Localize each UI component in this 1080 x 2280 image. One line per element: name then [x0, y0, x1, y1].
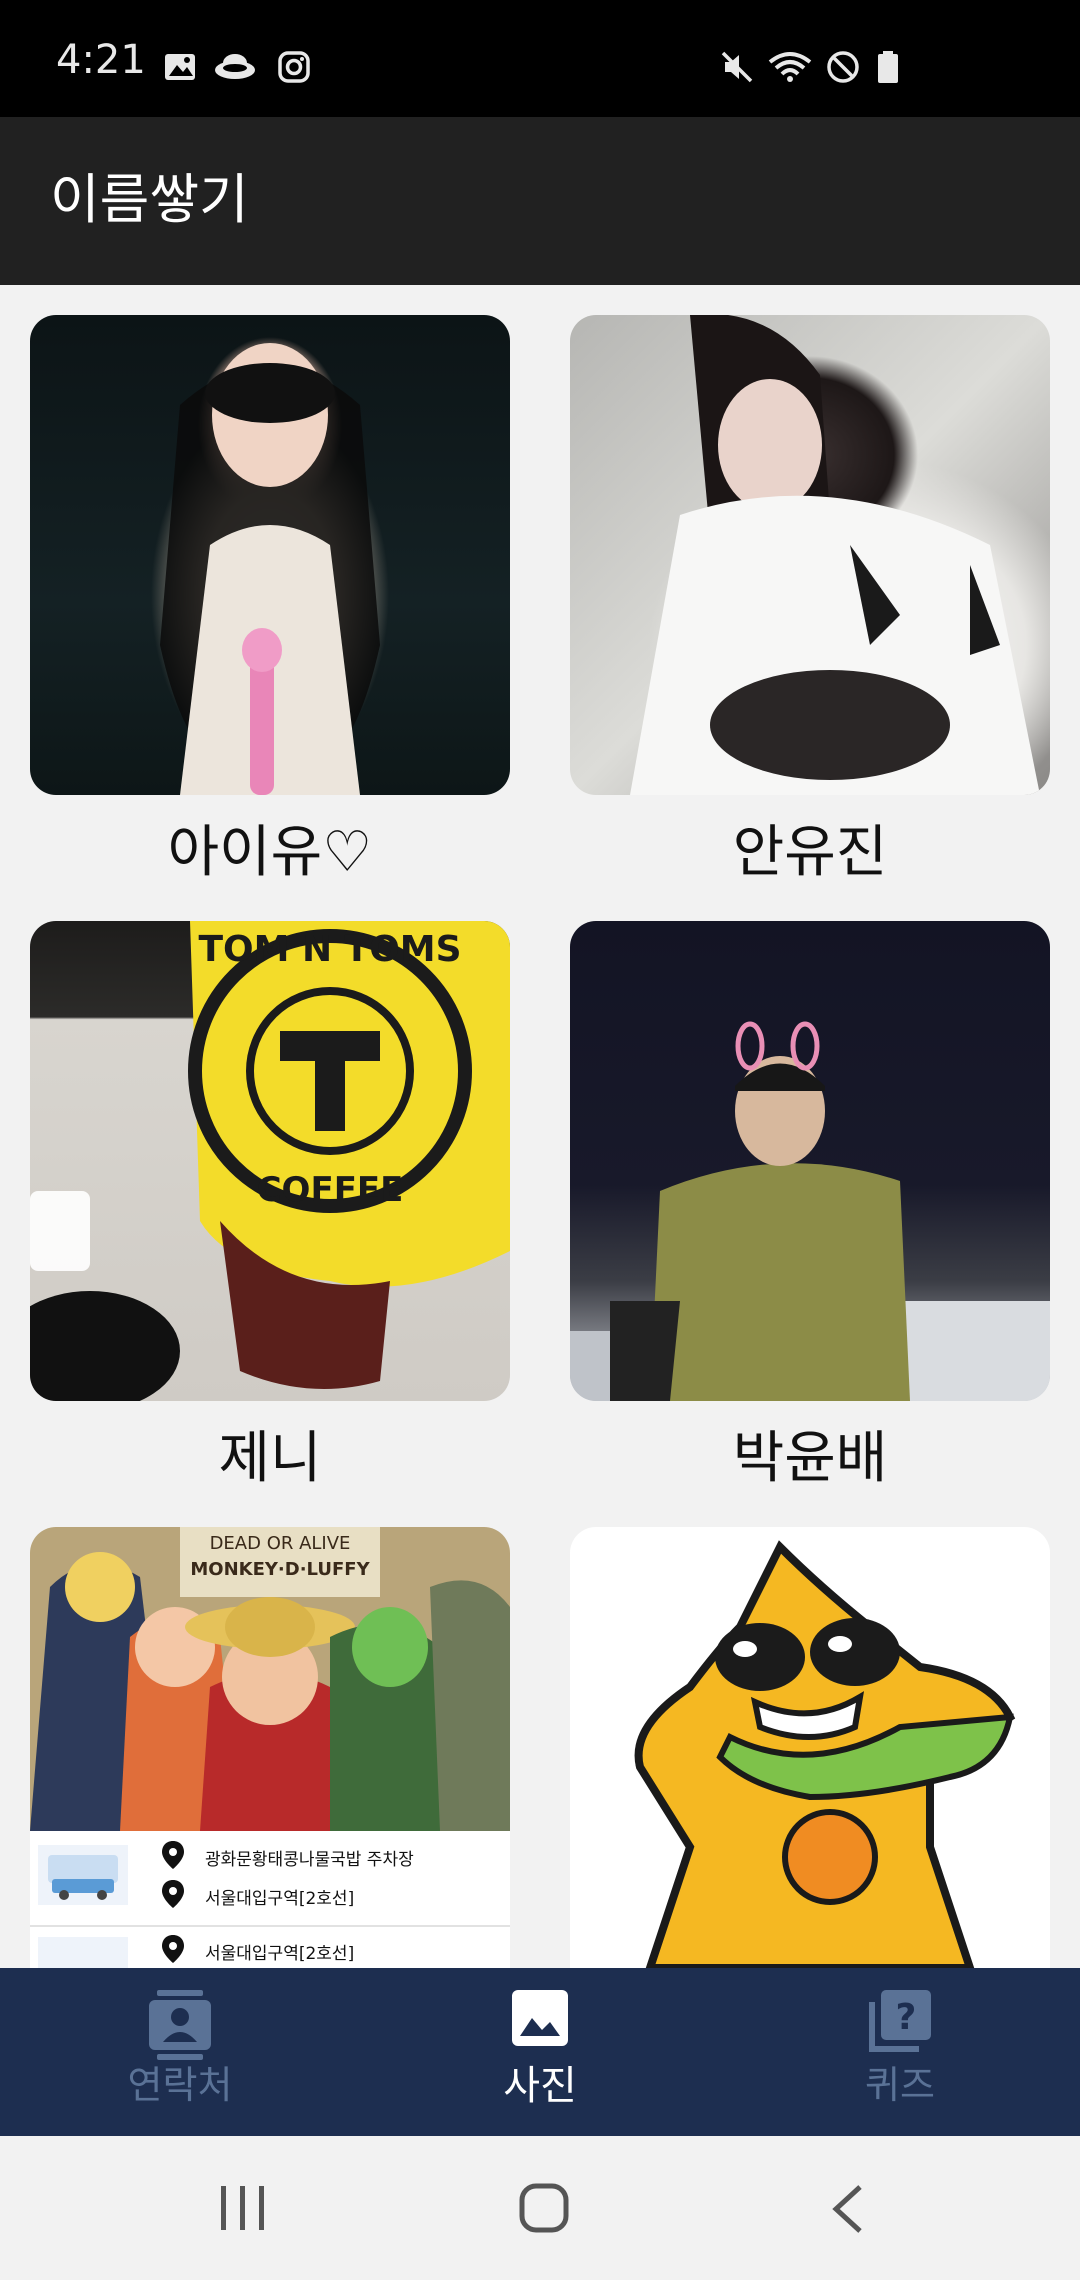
anime-poster-screenshot: DEAD OR ALIVE MONKEY·D·LUFFY — [30, 1527, 510, 1831]
quiz-icon: ? — [869, 1990, 931, 2052]
instagram-icon — [278, 51, 310, 83]
location-pin-icon — [162, 1935, 184, 1963]
nav-quiz[interactable]: ? 퀴즈 — [720, 1968, 1080, 2136]
map-row-2-line-1: 서울대입구역[2호선] — [205, 1944, 355, 1964]
image-icon — [165, 54, 195, 80]
nav-contacts[interactable]: 연락처 — [0, 1968, 360, 2136]
photo-name-1: 아이유♡ — [167, 820, 373, 885]
nav-quiz-label: 퀴즈 — [865, 2063, 935, 2107]
cup-coffee-text: COFFEE — [257, 1170, 404, 1210]
night-portrait-photo — [570, 1021, 1050, 1401]
location-pin-icon — [162, 1880, 184, 1908]
nav-photos-label: 사진 — [503, 2063, 577, 2109]
coffee-cup-photo: TOM N TOMS COFFEE — [30, 921, 510, 1401]
cloud-icon — [215, 54, 255, 79]
nav-contacts-label: 연락처 — [127, 2063, 233, 2107]
divider — [30, 1925, 510, 1927]
photo-name-3: 제니 — [218, 1426, 322, 1491]
nav-photos[interactable]: 사진 — [360, 1968, 720, 2136]
concert-singer-photo — [160, 343, 380, 795]
status-time: 4:21 — [56, 37, 146, 83]
location-pin-icon — [162, 1841, 184, 1869]
bottom-navigation: 연락처 사진 ? 퀴즈 — [0, 1968, 1080, 2136]
map-list-overlay: 광화문황태콩나물국밥 주차장 서울대입구역[2호선] 서울대입구역[2호선] — [30, 1831, 510, 1968]
svg-text:?: ? — [896, 1997, 917, 2038]
back-icon[interactable] — [830, 2184, 866, 2234]
photo-name-2: 안유진 — [732, 820, 888, 885]
yellow-star-character — [634, 1540, 1016, 1968]
photo-name-4: 박윤배 — [732, 1426, 888, 1491]
recent-apps-icon[interactable] — [218, 2184, 268, 2232]
portrait-photo — [630, 315, 1040, 795]
battery-icon — [878, 51, 898, 83]
app-title: 이름쌓기 — [50, 168, 249, 231]
photo-card-4[interactable] — [570, 921, 1050, 1401]
wifi-icon — [768, 52, 812, 82]
cup-brand-text: TOM N TOMS — [198, 929, 461, 970]
bus-thumbnail — [38, 1937, 128, 1968]
poster-text-1: DEAD OR ALIVE — [210, 1533, 351, 1554]
photo-icon — [512, 1990, 568, 2046]
contacts-icon — [149, 1990, 211, 2060]
bus-thumbnail — [38, 1845, 128, 1905]
do-not-disturb-icon — [827, 51, 859, 83]
status-bar: 4:21 — [0, 0, 1080, 117]
poster-text-2: MONKEY·D·LUFFY — [190, 1559, 370, 1580]
photo-card-3[interactable]: TOM N TOMS COFFEE — [30, 921, 510, 1401]
photo-grid[interactable]: 아이유♡ 안유진 TOM N TOMS COFFEE 제니 박윤배 DEAD O… — [0, 285, 1080, 1968]
photo-card-1[interactable] — [30, 315, 510, 795]
bus-icon — [48, 1855, 118, 1900]
photo-card-5[interactable]: DEAD OR ALIVE MONKEY·D·LUFFY 광화문황태콩나물국밥 … — [30, 1527, 510, 1968]
map-row-1-line-1: 광화문황태콩나물국밥 주차장 — [205, 1850, 414, 1870]
photo-card-2[interactable] — [570, 315, 1050, 795]
home-icon[interactable] — [518, 2182, 570, 2234]
photo-card-6[interactable] — [570, 1527, 1050, 1968]
system-navigation-bar — [0, 2136, 1080, 2280]
app-bar: 이름쌓기 — [0, 117, 1080, 285]
mute-icon — [721, 51, 753, 83]
map-row-1-line-2: 서울대입구역[2호선] — [205, 1889, 355, 1909]
